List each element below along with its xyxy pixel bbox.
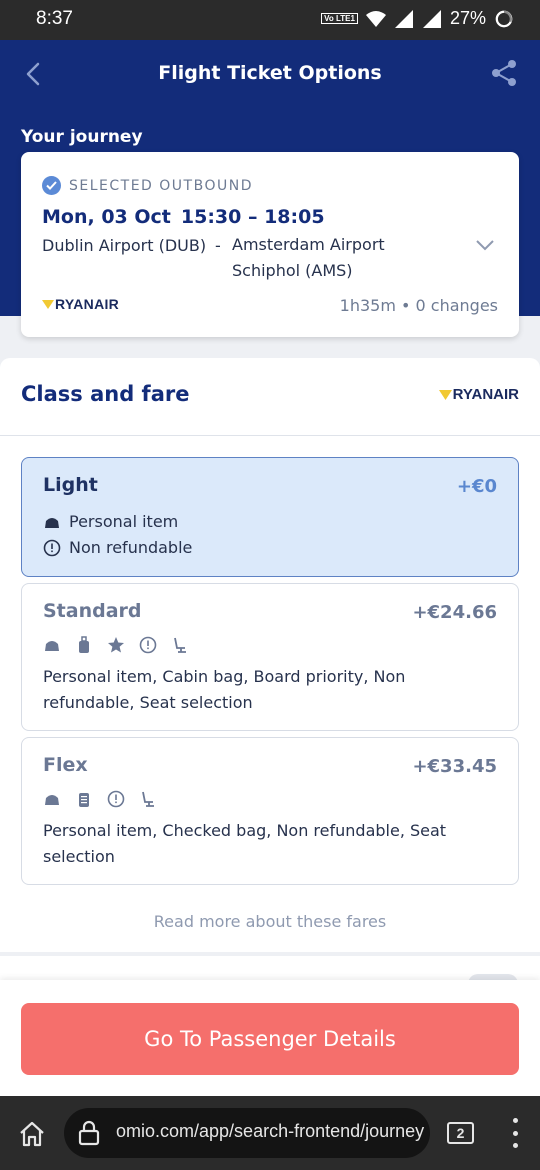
- info-icon: [139, 636, 157, 654]
- fare-icons: [43, 636, 189, 654]
- fare-price: +€24.66: [412, 602, 497, 623]
- personal-item-icon: [45, 517, 59, 528]
- status-bar: 8:37 Vo LTE1 27%: [0, 0, 540, 40]
- checked-bag-icon: [79, 793, 89, 807]
- info-icon: [107, 790, 125, 808]
- volte-icon: Vo LTE1: [321, 13, 358, 24]
- tab-switcher-button[interactable]: 2: [447, 1122, 474, 1144]
- browser-toolbar: omio.com/app/search-frontend/journey 2: [0, 1096, 540, 1170]
- journey-heading: Your journey: [21, 127, 143, 147]
- battery-icon: [495, 10, 513, 27]
- journey-date: Mon, 03 Oct: [42, 206, 171, 228]
- status-time: 8:37: [36, 8, 73, 29]
- fare-name: Light: [43, 474, 98, 496]
- class-and-fare-section: Class and fare RYANAIR Light +€0 Persona…: [0, 358, 540, 952]
- signal-icon: [394, 9, 413, 28]
- bottom-action-bar: Go To Passenger Details: [0, 980, 540, 1096]
- fare-name: Flex: [43, 754, 88, 776]
- battery-percentage: 27%: [449, 8, 486, 28]
- origin-airport: Dublin Airport (DUB): [42, 236, 207, 255]
- page-title: Flight Ticket Options: [158, 62, 382, 84]
- feature-label: Non refundable: [69, 538, 193, 557]
- fare-name: Standard: [43, 600, 142, 622]
- feature-personal-item: Personal item: [43, 512, 178, 531]
- destination-airport: Amsterdam Airport Schiphol (AMS): [232, 235, 385, 280]
- overflow-menu-icon[interactable]: [510, 1118, 520, 1148]
- fare-option-standard[interactable]: Standard +€24.66 Personal item, Cabin ba…: [21, 583, 519, 731]
- personal-item-icon: [45, 641, 59, 651]
- journey-datetime: Mon, 03 Oct 15:30 – 18:05: [42, 206, 325, 228]
- fare-description: Personal item, Cabin bag, Board priority…: [43, 667, 406, 712]
- feature-non-refundable: Non refundable: [43, 538, 192, 557]
- divider: [0, 435, 540, 436]
- address-bar[interactable]: omio.com/app/search-frontend/journey: [64, 1108, 430, 1158]
- wifi-icon: [365, 10, 386, 27]
- section-title: Class and fare: [21, 382, 190, 406]
- route-separator: -: [215, 236, 221, 255]
- fare-icons: [43, 790, 157, 808]
- personal-item-icon: [45, 795, 59, 805]
- share-icon[interactable]: [490, 58, 518, 88]
- airline-name: RYANAIR: [452, 386, 519, 403]
- selected-outbound-row: SELECTED OUTBOUND: [42, 176, 253, 195]
- airline-name: RYANAIR: [55, 296, 120, 312]
- harp-icon: [42, 299, 54, 309]
- seat-icon: [142, 791, 154, 807]
- journey-card[interactable]: SELECTED OUTBOUND Mon, 03 Oct 15:30 – 18:…: [21, 152, 519, 337]
- ryanair-logo: RYANAIR: [42, 296, 119, 312]
- status-icons: Vo LTE1 27%: [321, 8, 514, 29]
- fare-description: Personal item, Checked bag, Non refundab…: [43, 821, 447, 866]
- fare-price: +€0: [456, 476, 497, 497]
- harp-icon: [438, 389, 452, 400]
- read-more-fares-link[interactable]: Read more about these fares: [0, 912, 540, 931]
- fare-option-flex[interactable]: Flex +€33.45 Personal item, Checked bag,…: [21, 737, 519, 885]
- go-to-passenger-details-button[interactable]: Go To Passenger Details: [21, 1003, 519, 1075]
- chevron-down-icon[interactable]: [475, 238, 495, 252]
- journey-duration: 1h35m • 0 changes: [339, 296, 498, 315]
- journey-time: 15:30 – 18:05: [180, 206, 325, 228]
- selected-outbound-label: SELECTED OUTBOUND: [69, 177, 253, 194]
- signal-icon-2: [422, 9, 441, 28]
- info-icon: [43, 539, 61, 556]
- cabin-bag-icon: [79, 636, 89, 653]
- lock-icon: [78, 1120, 100, 1146]
- check-circle-icon: [42, 176, 61, 195]
- star-icon: [108, 637, 124, 653]
- seat-icon: [174, 637, 186, 653]
- fare-price: +€33.45: [412, 756, 497, 777]
- ryanair-logo: RYANAIR: [438, 386, 519, 403]
- feature-label: Personal item: [69, 512, 179, 531]
- home-icon[interactable]: [18, 1120, 46, 1148]
- fare-option-light[interactable]: Light +€0 Personal item Non refundable: [21, 457, 519, 577]
- url-text: omio.com/app/search-frontend/journey: [116, 1121, 425, 1141]
